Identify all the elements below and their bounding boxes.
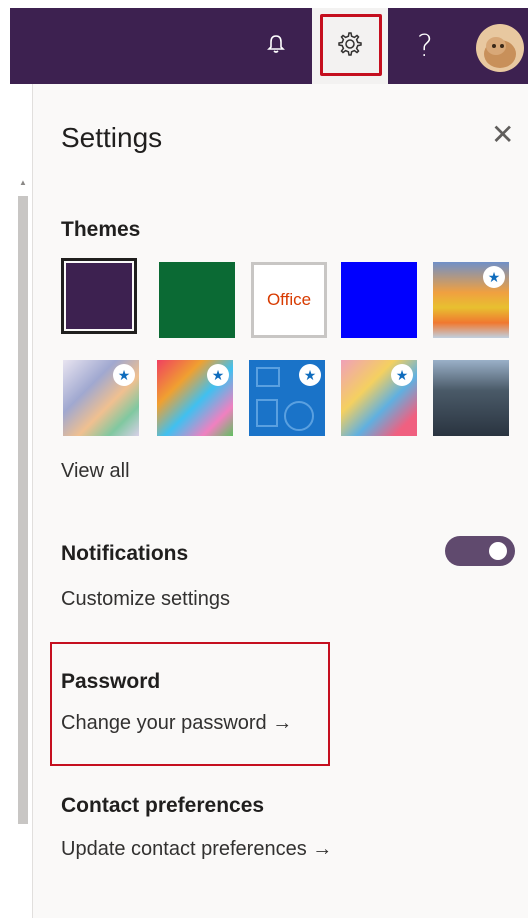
star-icon: ★ bbox=[483, 266, 505, 288]
notifications-button[interactable] bbox=[246, 8, 306, 84]
scroll-up-icon[interactable]: ▲ bbox=[18, 176, 28, 190]
settings-highlight-box bbox=[320, 14, 382, 76]
avatar[interactable] bbox=[476, 24, 524, 72]
star-icon: ★ bbox=[113, 364, 135, 386]
star-icon: ★ bbox=[299, 364, 321, 386]
settings-panel: Settings ✕ Themes Office ★ ★ ★ ★ ★ View … bbox=[32, 84, 528, 918]
theme-games[interactable]: ★ bbox=[341, 360, 417, 436]
bell-icon bbox=[265, 33, 287, 60]
theme-blue[interactable] bbox=[341, 262, 417, 338]
help-icon: ? bbox=[417, 28, 433, 64]
customize-settings-link[interactable]: Customize settings bbox=[61, 588, 230, 611]
theme-sunset[interactable]: ★ bbox=[433, 262, 509, 338]
star-icon: ★ bbox=[207, 364, 229, 386]
panel-title: Settings bbox=[61, 122, 163, 153]
theme-unicorn[interactable]: ★ bbox=[157, 360, 233, 436]
top-bar: ? bbox=[10, 8, 528, 84]
theme-blueprint[interactable]: ★ bbox=[249, 360, 325, 436]
scrollbar-track[interactable]: ▲ bbox=[10, 84, 30, 918]
theme-office[interactable]: Office bbox=[251, 262, 327, 338]
theme-mountain[interactable] bbox=[433, 360, 509, 436]
contact-preferences-heading: Contact preferences bbox=[61, 794, 265, 817]
help-button[interactable]: ? bbox=[390, 8, 460, 84]
close-icon[interactable]: ✕ bbox=[491, 118, 514, 151]
notifications-toggle[interactable] bbox=[445, 536, 515, 566]
password-highlight-box bbox=[50, 642, 330, 766]
scrollbar-thumb[interactable] bbox=[18, 196, 28, 824]
theme-purple[interactable] bbox=[61, 258, 137, 334]
themes-heading: Themes bbox=[61, 218, 141, 241]
toggle-knob bbox=[489, 542, 507, 560]
theme-green[interactable] bbox=[159, 262, 235, 338]
update-contact-preferences-link[interactable]: Update contact preferences → bbox=[61, 838, 332, 861]
star-icon: ★ bbox=[391, 364, 413, 386]
notifications-heading: Notifications bbox=[61, 542, 189, 565]
theme-ribbons[interactable]: ★ bbox=[63, 360, 139, 436]
theme-office-label: Office bbox=[266, 290, 312, 309]
view-all-link[interactable]: View all bbox=[61, 460, 130, 483]
